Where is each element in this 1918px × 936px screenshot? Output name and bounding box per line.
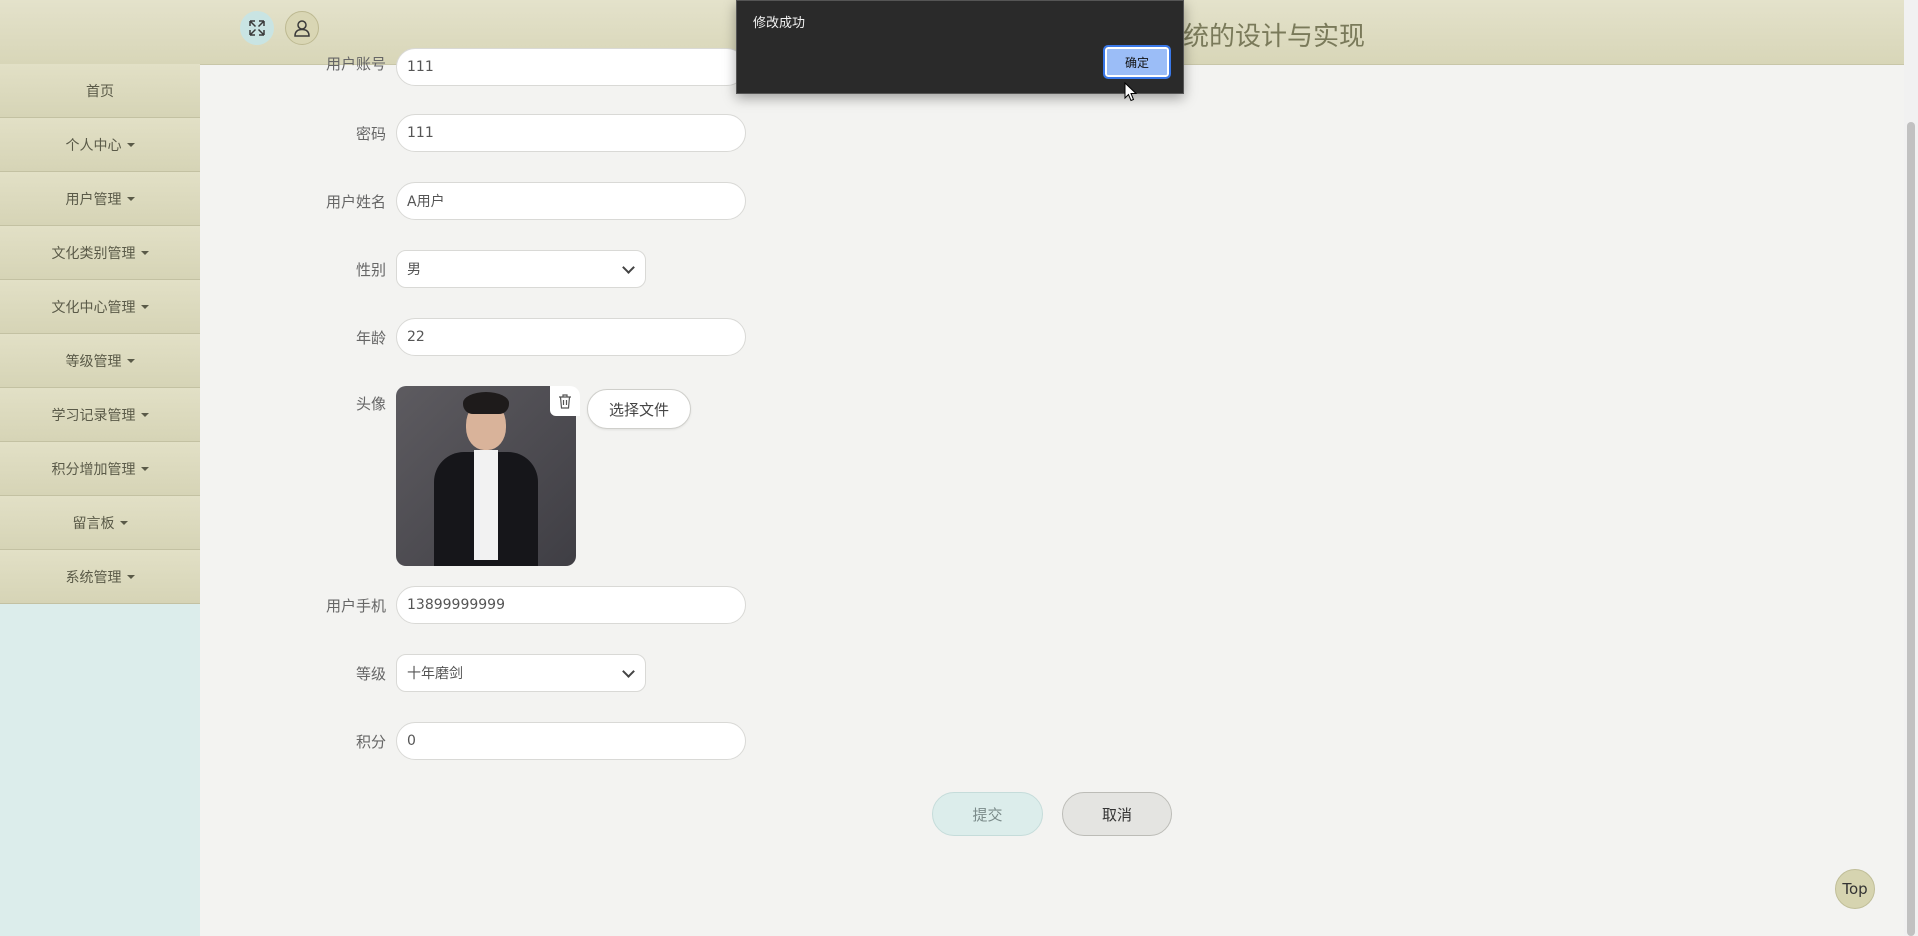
trash-icon	[559, 394, 571, 409]
user-icon	[294, 20, 310, 37]
sidebar-item-study-records[interactable]: 学习记录管理	[0, 388, 200, 442]
caret-down-icon	[119, 520, 128, 525]
sidebar-item-label: 学习记录管理	[51, 407, 136, 424]
caret-down-icon	[126, 574, 135, 579]
alert-message: 修改成功	[753, 16, 806, 31]
age-label: 年龄	[355, 329, 386, 347]
alert-ok-button[interactable]: 确定	[1103, 45, 1171, 79]
age-field[interactable]: 22	[396, 318, 746, 356]
user-menu-button[interactable]	[285, 11, 319, 45]
sidebar-item-label: 文化中心管理	[51, 299, 136, 316]
name-field[interactable]: A用户	[396, 182, 746, 220]
name-value: A用户	[407, 194, 445, 210]
sidebar-item-label: 个人中心	[65, 137, 122, 154]
caret-down-icon	[126, 142, 135, 147]
sidebar-item-message-board[interactable]: 留言板	[0, 496, 200, 550]
level-value: 十年磨剑	[407, 666, 463, 682]
sidebar-item-label: 积分增加管理	[51, 461, 136, 478]
submit-button[interactable]: 提交	[932, 792, 1043, 836]
page: 统的设计与实现 首页 个人中心 用户管理 文化类别管理 文化中心管理 等级管理 …	[0, 0, 1904, 936]
age-value: 22	[407, 329, 425, 345]
gender-value: 男	[407, 262, 421, 278]
sidebar: 首页 个人中心 用户管理 文化类别管理 文化中心管理 等级管理 学习记录管理 积…	[0, 64, 200, 936]
account-field[interactable]: 111	[396, 48, 746, 86]
sidebar-item-level-management[interactable]: 等级管理	[0, 334, 200, 388]
sidebar-item-culture-category[interactable]: 文化类别管理	[0, 226, 200, 280]
sidebar-item-label: 留言板	[72, 515, 115, 532]
site-title: 统的设计与实现	[1183, 22, 1366, 52]
gender-select[interactable]: 男	[396, 250, 646, 288]
points-label: 积分	[355, 733, 386, 751]
fullscreen-button[interactable]	[240, 11, 274, 45]
sidebar-item-personal-center[interactable]: 个人中心	[0, 118, 200, 172]
account-value: 111	[407, 59, 434, 75]
gender-label: 性别	[355, 261, 386, 279]
chevron-down-icon	[622, 664, 635, 678]
sidebar-item-label: 首页	[86, 83, 114, 100]
password-value: 111	[407, 125, 434, 141]
avatar-image	[396, 386, 576, 566]
delete-avatar-button[interactable]	[550, 386, 580, 416]
sidebar-item-culture-center[interactable]: 文化中心管理	[0, 280, 200, 334]
user-edit-form: 用户账号 111 密码 111 用户姓名 A用户 性别 男 年龄 22 头像 选…	[200, 48, 1904, 936]
points-field[interactable]: 0	[396, 722, 746, 760]
password-field[interactable]: 111	[396, 114, 746, 152]
level-select[interactable]: 十年磨剑	[396, 654, 646, 692]
sidebar-item-label: 文化类别管理	[51, 245, 136, 262]
sidebar-item-system-management[interactable]: 系统管理	[0, 550, 200, 604]
alert-dialog: 修改成功 确定	[736, 0, 1184, 94]
phone-value: 13899999999	[407, 597, 505, 613]
chevron-down-icon	[622, 260, 635, 274]
expand-arrows-icon	[249, 20, 265, 36]
phone-label: 用户手机	[325, 597, 386, 615]
points-value: 0	[407, 733, 416, 749]
mouse-pointer-icon	[1124, 82, 1138, 102]
caret-down-icon	[140, 304, 149, 309]
sidebar-item-points-increase[interactable]: 积分增加管理	[0, 442, 200, 496]
page-scrollbar[interactable]	[1904, 0, 1918, 936]
phone-field[interactable]: 13899999999	[396, 586, 746, 624]
caret-down-icon	[140, 412, 149, 417]
password-label: 密码	[355, 125, 386, 143]
caret-down-icon	[140, 466, 149, 471]
back-to-top-button[interactable]: Top	[1835, 869, 1875, 909]
sidebar-item-label: 用户管理	[65, 191, 122, 208]
caret-down-icon	[140, 250, 149, 255]
sidebar-item-user-management[interactable]: 用户管理	[0, 172, 200, 226]
sidebar-item-home[interactable]: 首页	[0, 64, 200, 118]
avatar-label: 头像	[355, 395, 386, 413]
sidebar-item-label: 系统管理	[65, 569, 122, 586]
cancel-button[interactable]: 取消	[1062, 792, 1172, 836]
caret-down-icon	[126, 196, 135, 201]
scrollbar-thumb[interactable]	[1907, 122, 1915, 936]
account-label: 用户账号	[325, 55, 386, 73]
sidebar-item-label: 等级管理	[65, 353, 122, 370]
choose-file-button[interactable]: 选择文件	[587, 389, 691, 429]
level-label: 等级	[355, 665, 386, 683]
caret-down-icon	[126, 358, 135, 363]
name-label: 用户姓名	[325, 193, 386, 211]
